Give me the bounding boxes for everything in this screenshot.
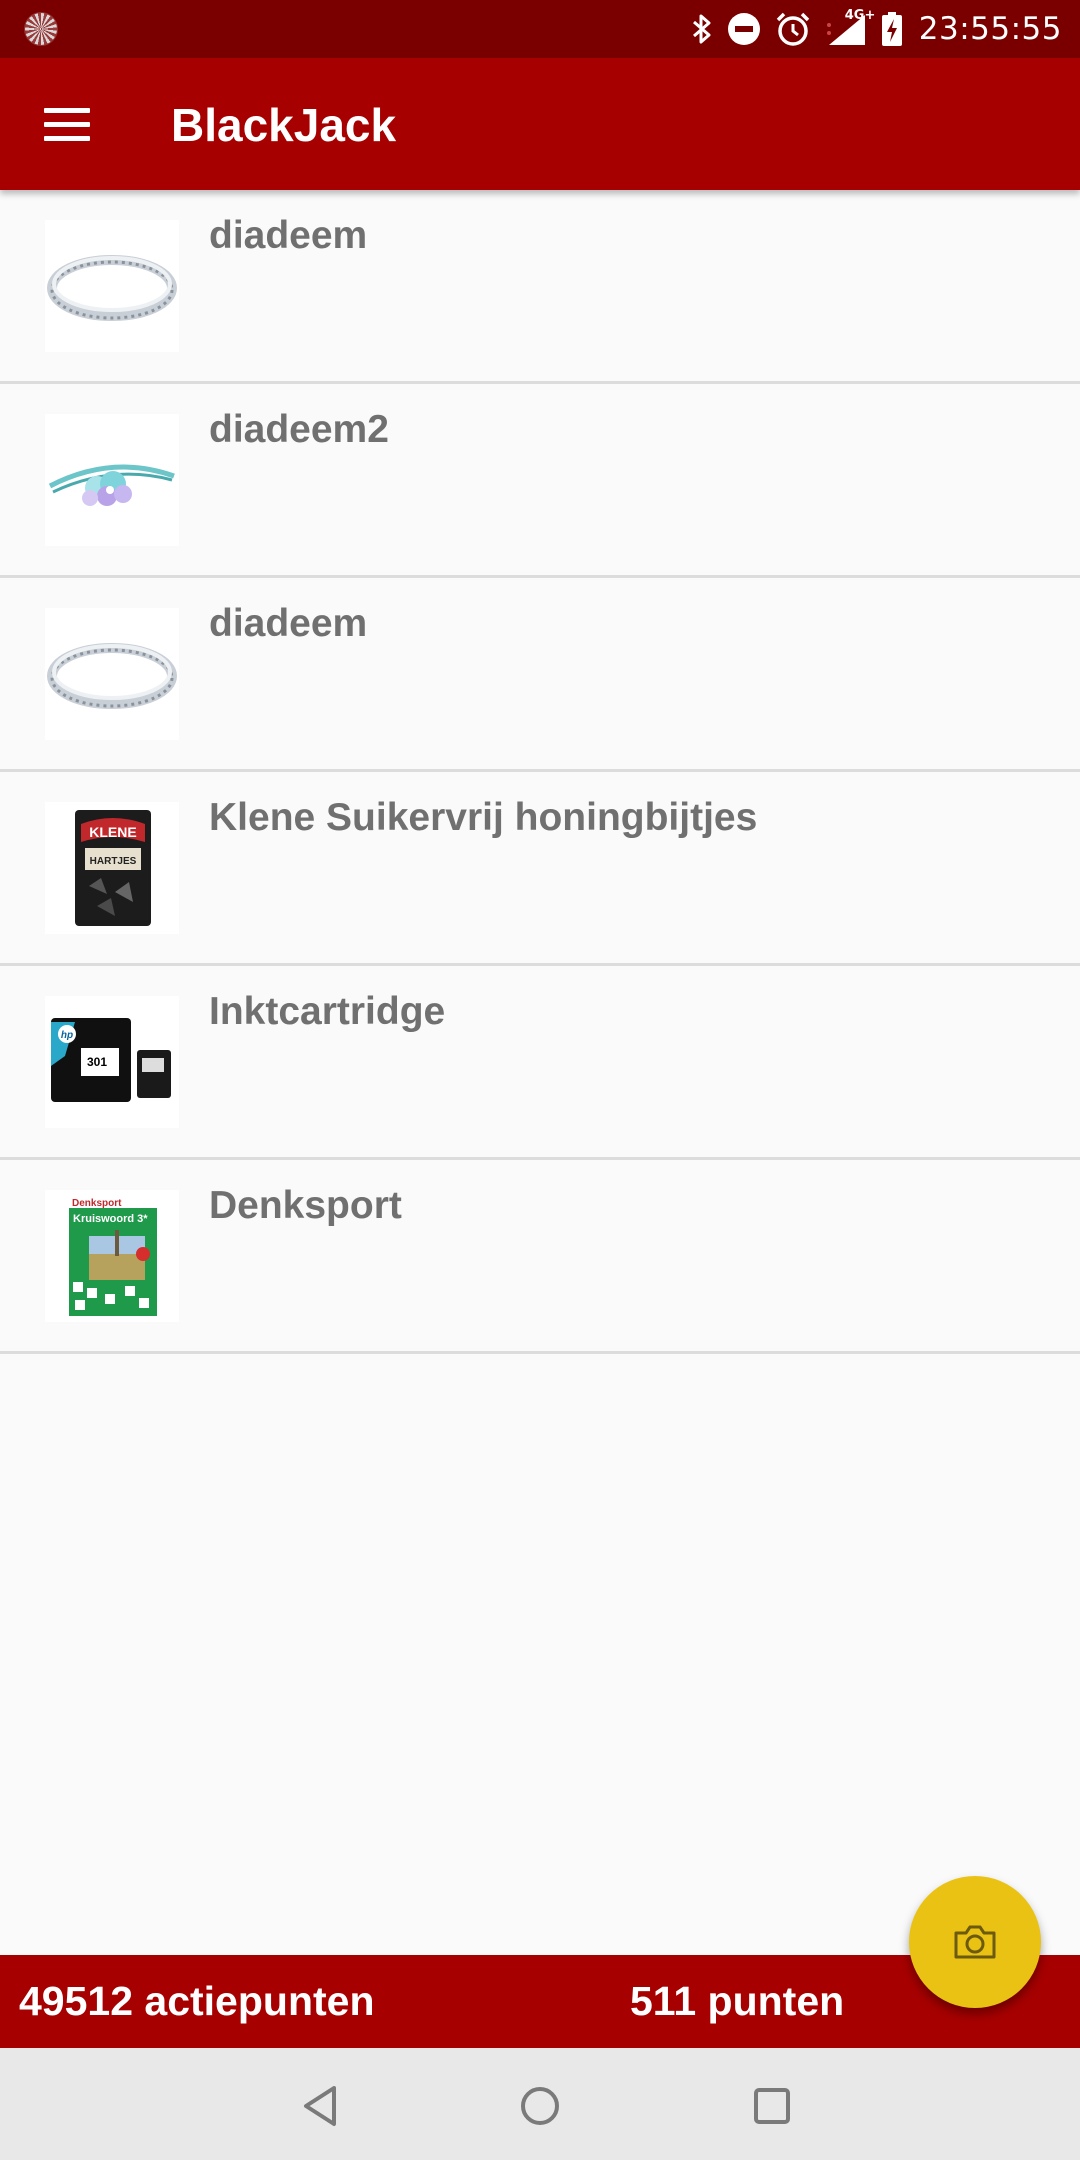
points-label: 511 punten	[630, 1978, 845, 2024]
app-title: BlackJack	[171, 99, 397, 151]
svg-text:HARTJES: HARTJES	[90, 856, 137, 867]
status-bar: 4G+ 23:55:55	[0, 0, 1080, 58]
app-notification-icon	[25, 13, 57, 45]
camera-icon	[954, 1925, 996, 1959]
status-icons: 4G+ 23:55:55	[677, 0, 1062, 58]
alarm-icon	[775, 0, 811, 58]
item-title: diadeem	[209, 602, 368, 645]
svg-text:Denksport: Denksport	[72, 1198, 122, 1209]
app-bar: BlackJack	[0, 58, 1080, 190]
candy-bag-thumbnail: KLENE HARTJES	[45, 802, 179, 934]
svg-text:KLENE: KLENE	[89, 824, 136, 840]
list-item[interactable]: Denksport Kruiswoord 3* Denksport	[0, 1160, 1080, 1354]
product-list: diadeem diadeem2 diadeem KLENE HARTJES K…	[0, 190, 1080, 1354]
navigation-bar	[0, 2048, 1080, 2160]
item-title: diadeem2	[209, 408, 389, 451]
ink-cartridge-thumbnail: hp 301	[45, 996, 179, 1128]
home-icon[interactable]	[510, 2076, 570, 2136]
list-item[interactable]: diadeem	[0, 578, 1080, 772]
headband-thumbnail	[45, 220, 179, 352]
list-item[interactable]: diadeem2	[0, 384, 1080, 578]
item-title: Inktcartridge	[209, 990, 446, 1033]
item-title: diadeem	[209, 214, 368, 257]
headband-thumbnail	[45, 608, 179, 740]
camera-button[interactable]	[909, 1876, 1041, 2008]
network-type-label: 4G+	[844, 8, 876, 23]
puzzle-book-thumbnail: Denksport Kruiswoord 3*	[45, 1190, 179, 1322]
item-title: Denksport	[209, 1184, 402, 1227]
svg-text:Kruiswoord 3*: Kruiswoord 3*	[73, 1213, 148, 1225]
signal-icon: 4G+	[825, 0, 875, 58]
recents-icon[interactable]	[742, 2076, 802, 2136]
bluetooth-icon	[691, 0, 713, 58]
list-item[interactable]: hp 301 Inktcartridge	[0, 966, 1080, 1160]
svg-text:hp: hp	[61, 1030, 73, 1041]
action-points-label: 49512 actiepunten	[19, 1978, 375, 2024]
hamburger-menu-icon[interactable]	[44, 108, 90, 142]
svg-text:301: 301	[87, 1055, 107, 1069]
item-title: Klene Suikervrij honingbijtjes	[209, 796, 758, 839]
do-not-disturb-icon	[727, 0, 761, 58]
back-icon[interactable]	[290, 2076, 350, 2136]
battery-charging-icon	[881, 0, 903, 58]
clock: 23:55:55	[918, 11, 1062, 47]
headband-thumbnail	[45, 414, 179, 546]
list-item[interactable]: diadeem	[0, 190, 1080, 384]
list-item[interactable]: KLENE HARTJES Klene Suikervrij honingbij…	[0, 772, 1080, 966]
